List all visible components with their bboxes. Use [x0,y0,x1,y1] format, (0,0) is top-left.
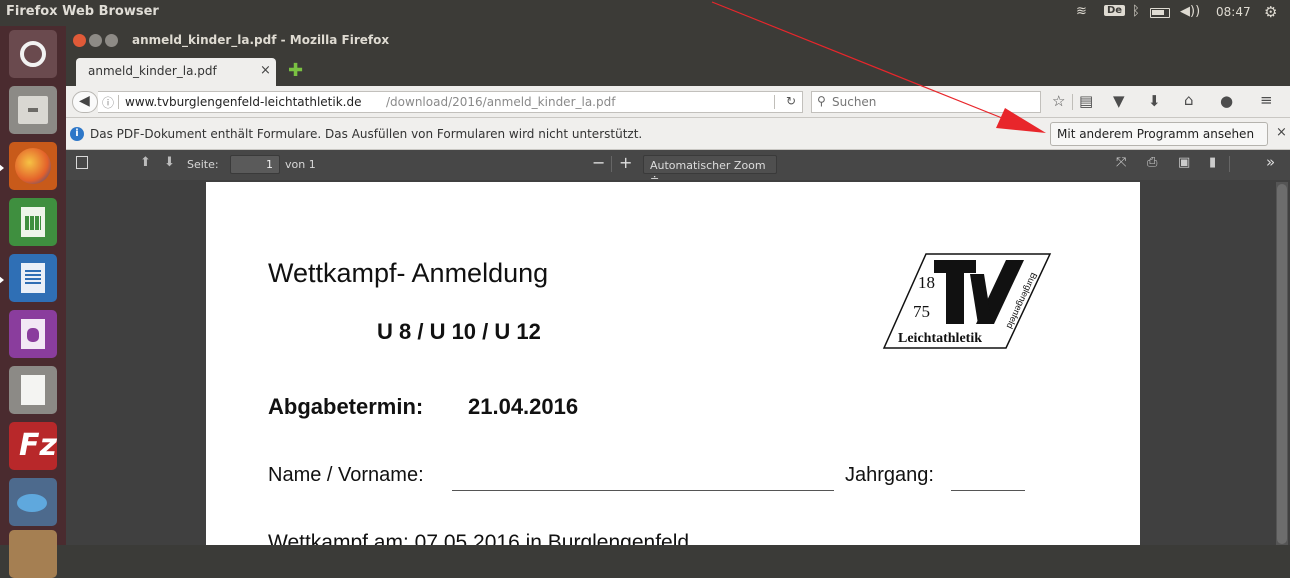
annotation-arrow-overlay [711,1,1046,133]
annotation-arrow-head [996,108,1046,133]
annotation-arrow-line [711,1,1013,123]
